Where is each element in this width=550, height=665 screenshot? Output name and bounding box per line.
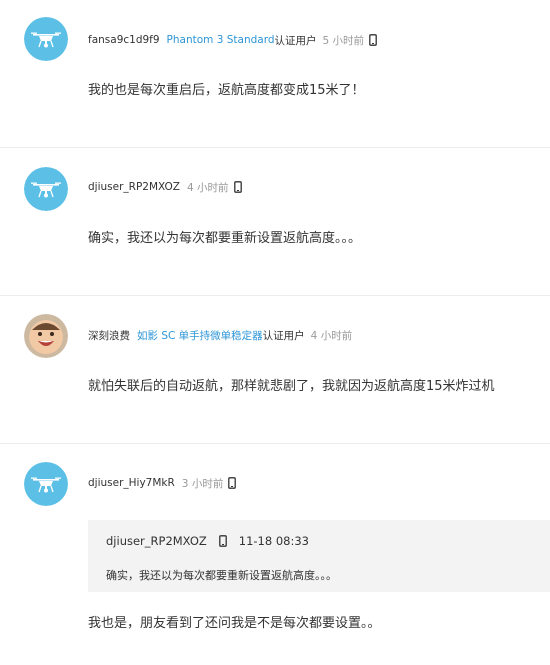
drone-avatar-icon[interactable] [24,462,68,506]
mobile-phone-icon [218,535,227,547]
username-link[interactable]: 深刻浪费 [88,328,130,343]
verified-badge: 认证用户 [274,34,317,47]
device-link[interactable]: 如影 SC 单手持微单稳定器 [137,328,263,343]
comment-list: fansa9c1d9f9 Phantom 3 Standard 认证用户 5 小… [0,0,550,665]
comment-text: 我的也是每次重启后，返航高度都变成15米了！ [88,83,365,98]
comment-item: djiuser_Hiy7MkR 3 小时前 djiuser_RP2MXOZ 11… [0,444,550,665]
device-link[interactable]: Phantom 3 Standard [167,34,275,46]
drone-avatar-icon[interactable] [24,17,68,61]
quoted-username[interactable]: djiuser_RP2MXOZ [106,534,207,548]
timestamp: 5 小时前 [322,34,365,47]
username-link[interactable]: djiuser_Hiy7MkR [88,477,175,489]
comment-meta: 深刻浪费 如影 SC 单手持微单稳定器 认证用户 4 小时前 [88,326,352,344]
comment-item: djiuser_RP2MXOZ 4 小时前 确实，我还以为每次都要重新设置返航高… [0,148,550,296]
comment-item: 深刻浪费 如影 SC 单手持微单稳定器 认证用户 4 小时前 就怕失联后的自动返… [0,296,550,444]
quoted-reply: djiuser_RP2MXOZ 11-18 08:33 确实，我还以为每次都要重… [88,520,550,592]
quoted-text: 确实，我还以为每次都要重新设置返航高度。。。 [106,569,337,582]
verified-badge: 认证用户 [262,329,305,342]
comment-text: 确实，我还以为每次都要重新设置返航高度。。。 [88,231,362,246]
timestamp: 3 小时前 [181,477,224,490]
drone-avatar-icon[interactable] [24,167,68,211]
mobile-phone-icon [233,181,242,193]
comment-text: 我也是，朋友看到了还问我是不是每次都要设置。。 [88,616,381,631]
timestamp: 4 小时前 [187,181,229,194]
comment-meta: djiuser_RP2MXOZ 4 小时前 [88,178,242,196]
baby-face-avatar-icon[interactable] [24,314,68,358]
comment-meta: fansa9c1d9f9 Phantom 3 Standard 认证用户 5 小… [88,31,377,49]
username-link[interactable]: djiuser_RP2MXOZ [88,181,180,193]
comment-text: 就怕失联后的自动返航，那样就悲剧了，我就因为返航高度15米炸过机 [88,379,495,394]
comment-meta: djiuser_Hiy7MkR 3 小时前 [88,474,237,492]
comment-item: fansa9c1d9f9 Phantom 3 Standard 认证用户 5 小… [0,0,550,148]
quoted-meta: djiuser_RP2MXOZ 11-18 08:33 [106,534,309,548]
mobile-phone-icon [228,477,237,489]
timestamp: 4 小时前 [310,329,353,342]
username-link[interactable]: fansa9c1d9f9 [88,34,160,46]
quoted-timestamp: 11-18 08:33 [238,534,309,548]
mobile-phone-icon [369,34,377,46]
